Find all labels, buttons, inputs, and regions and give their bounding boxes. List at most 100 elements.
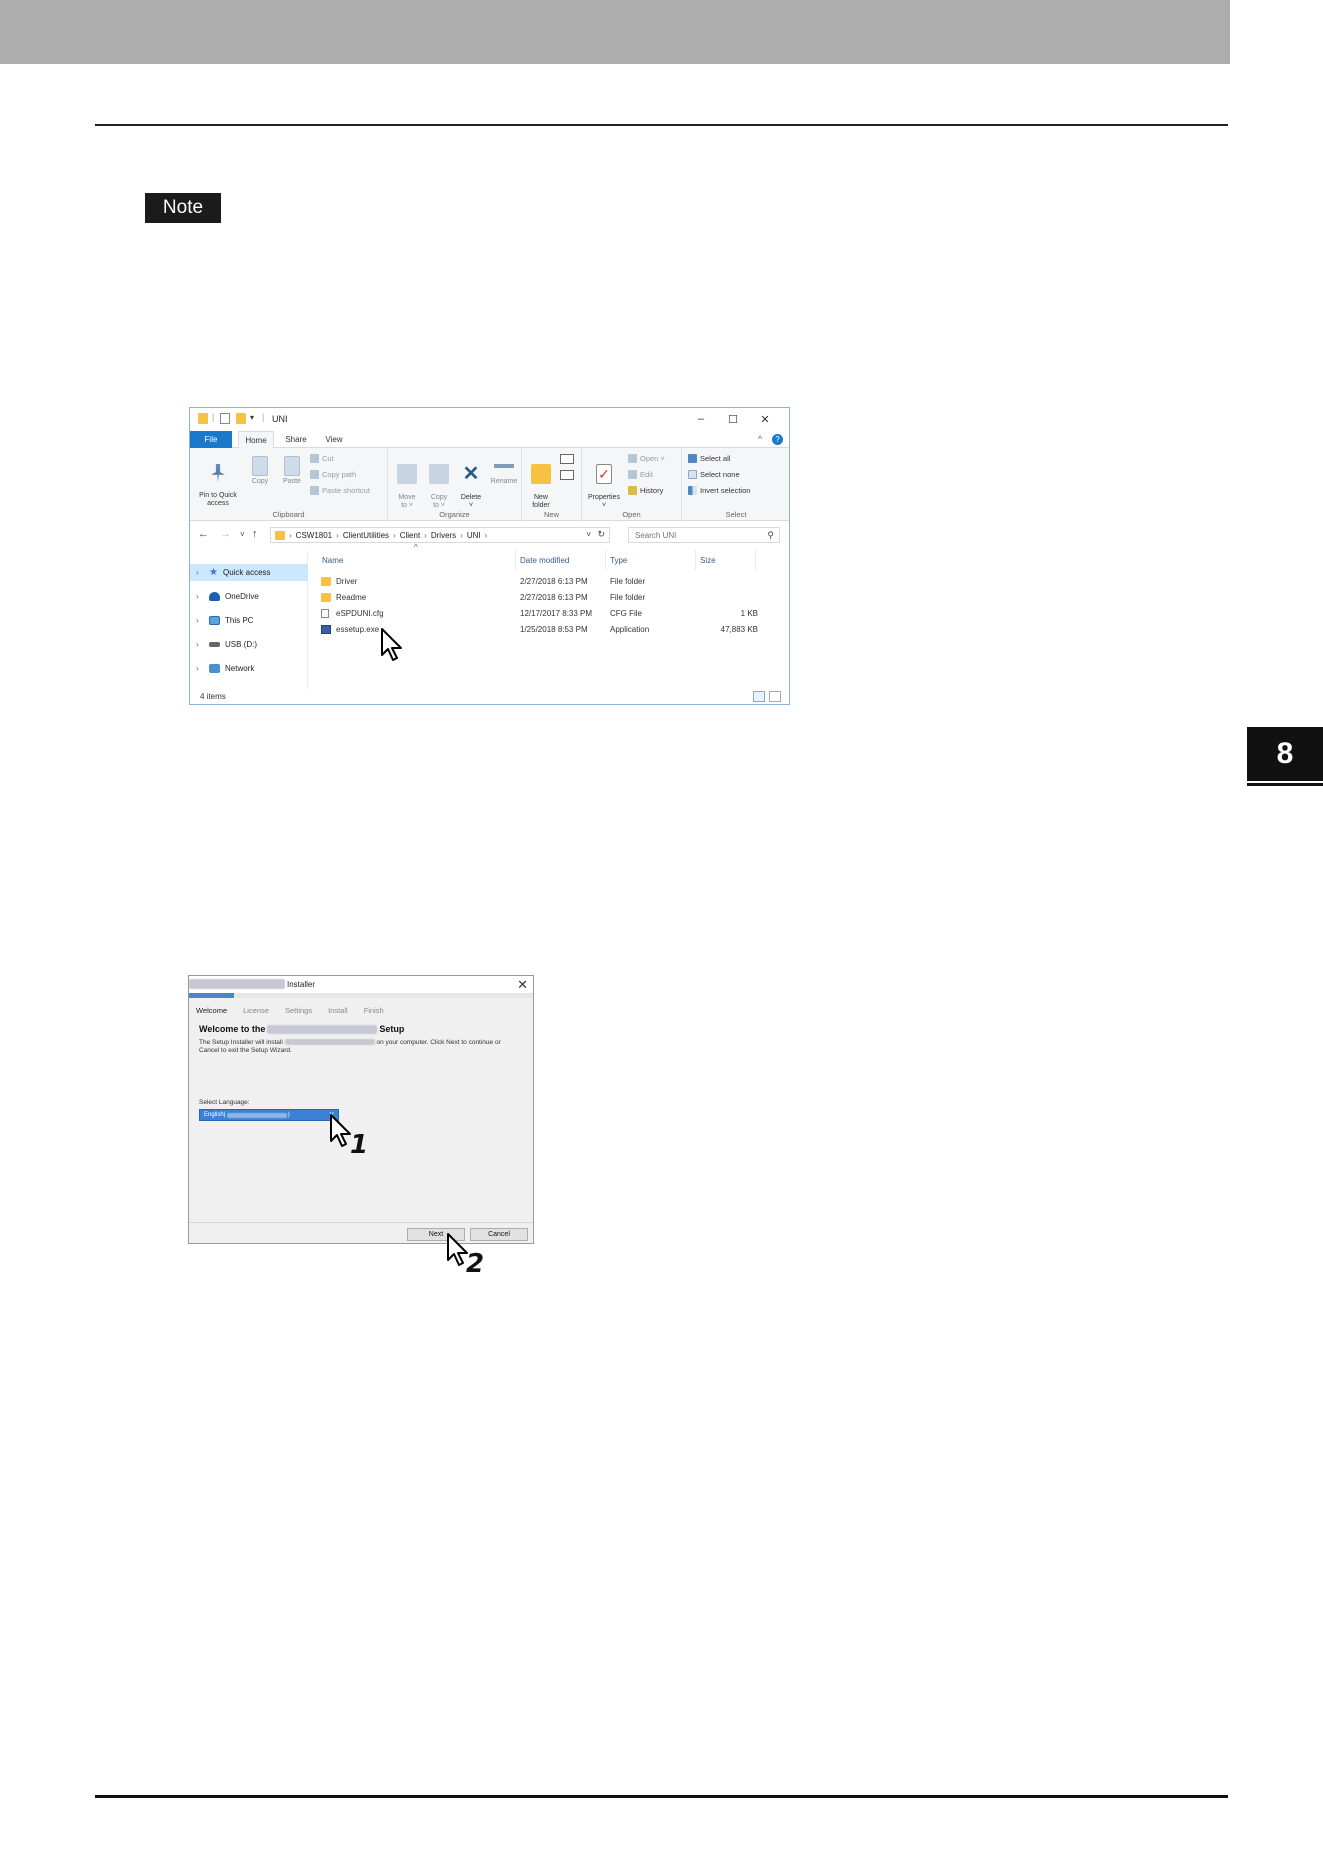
window-title: UNI (272, 414, 288, 424)
paste-button[interactable]: Paste (278, 456, 306, 486)
breadcrumb-item[interactable]: Client (400, 531, 420, 540)
easy-access-icon[interactable] (560, 470, 574, 480)
chapter-tab: 8 (1247, 727, 1323, 781)
tab-file[interactable]: File (190, 431, 232, 448)
details-view-icon[interactable] (753, 691, 765, 702)
folder-icon (321, 593, 331, 602)
cut-button[interactable]: Cut (310, 454, 334, 463)
close-icon[interactable]: ✕ (517, 977, 528, 993)
breadcrumb-item[interactable]: ClientUtilities (343, 531, 389, 540)
column-header-type[interactable]: Type (606, 550, 696, 570)
history-button[interactable]: History (628, 486, 663, 495)
nav-label: USB (D:) (225, 640, 257, 649)
file-row[interactable]: Driver 2/27/2018 6:13 PM File folder (318, 574, 758, 590)
back-arrow-icon[interactable]: ← (198, 528, 209, 540)
forward-arrow-icon[interactable]: → (220, 528, 231, 540)
search-input[interactable]: Search UNI ⚲ (628, 527, 780, 543)
file-row[interactable]: eSPDUNI.cfg 12/17/2017 8:33 PM CFG File … (318, 606, 758, 622)
language-select[interactable]: English( ) ˅ (199, 1109, 339, 1121)
tab-view[interactable]: View (318, 431, 350, 448)
desc-part-3: Cancel to exit the Setup Wizard. (199, 1047, 292, 1054)
file-size: 47,883 KB (720, 625, 758, 634)
up-arrow-icon[interactable]: ↑ (252, 528, 258, 540)
large-icons-view-icon[interactable] (769, 691, 781, 702)
ribbon: Pin to Quick access Copy Paste Cut Copy … (190, 448, 789, 521)
installer-title-bar: Installer ✕ (189, 976, 533, 993)
step-finish: Finish (363, 1006, 384, 1015)
quick-access-toolbar-dropdown-icon[interactable]: ▾ (250, 413, 254, 422)
breadcrumb-separator: › (484, 530, 488, 540)
desc-part-1: The Setup Installer will install (199, 1039, 283, 1046)
breadcrumb-item[interactable]: UNI (467, 531, 481, 540)
copy-button[interactable]: Copy (246, 456, 274, 486)
ribbon-tabs: File Home Share View ^ ? (190, 431, 789, 449)
installer-description: The Setup Installer will install on your… (199, 1039, 529, 1055)
item-count: 4 items (200, 692, 226, 701)
copy-path-label: Copy path (322, 470, 357, 479)
delete-button[interactable]: ✕ Delete ˅ (456, 456, 486, 510)
footer-rule (95, 1795, 1228, 1798)
minimize-ribbon-icon[interactable]: ^ (758, 434, 762, 444)
nav-item-usb[interactable]: › USB (D:) (190, 636, 308, 653)
open-button[interactable]: Open ˅ (628, 454, 665, 463)
tab-home[interactable]: Home (238, 431, 274, 449)
minimize-icon[interactable]: – (686, 410, 716, 428)
nav-item-quick-access[interactable]: › ★ Quick access (190, 564, 308, 581)
computer-icon (209, 616, 220, 625)
address-bar[interactable]: › CSW1801 › ClientUtilities › Client › D… (270, 527, 610, 543)
move-to-button[interactable]: Move to ˅ (392, 456, 422, 510)
properties-icon[interactable] (220, 413, 230, 424)
file-type: Application (610, 625, 650, 634)
breadcrumb-separator: › (289, 530, 292, 540)
help-icon[interactable]: ? (772, 434, 783, 445)
step-welcome: Welcome (196, 1006, 228, 1015)
expand-chevron-icon[interactable]: › (196, 664, 204, 673)
copy-to-button[interactable]: Copy to ˅ (424, 456, 454, 510)
copy-path-button[interactable]: Copy path (310, 470, 356, 479)
nav-item-onedrive[interactable]: › OneDrive (190, 588, 308, 605)
address-dropdown-icon[interactable]: ˅ (586, 530, 591, 539)
expand-chevron-icon[interactable]: › (196, 640, 204, 649)
file-date: 1/25/2018 8:53 PM (520, 625, 588, 634)
folder-icon (275, 530, 285, 540)
maximize-icon[interactable]: ☐ (718, 410, 748, 428)
file-row[interactable]: Readme 2/27/2018 6:13 PM File folder (318, 590, 758, 606)
chapter-tab-rule (1247, 783, 1323, 786)
column-header-name[interactable]: Name (318, 550, 516, 570)
pin-to-quick-access-button[interactable]: Pin to Quick access (194, 456, 242, 508)
new-folder-button[interactable]: New folder (526, 456, 556, 510)
breadcrumb-item[interactable]: Drivers (431, 531, 456, 540)
properties-button[interactable]: ✓ Properties ˅ (584, 456, 624, 510)
refresh-icon[interactable]: ↻ (597, 529, 605, 540)
tab-share[interactable]: Share (280, 431, 312, 448)
nav-label: Quick access (222, 568, 271, 577)
cancel-button[interactable]: Cancel (470, 1228, 528, 1241)
expand-chevron-icon[interactable]: › (196, 616, 204, 625)
edit-button[interactable]: Edit (628, 470, 653, 479)
select-none-button[interactable]: Select none (688, 470, 740, 479)
new-item-icon[interactable] (560, 454, 574, 464)
new-folder-icon[interactable] (236, 413, 246, 424)
expand-chevron-icon[interactable]: › (196, 568, 204, 577)
rename-label: Rename (490, 478, 518, 485)
file-date: 12/17/2017 8:33 PM (520, 609, 593, 618)
nav-item-this-pc[interactable]: › This PC (190, 612, 308, 629)
paste-shortcut-button[interactable]: Paste shortcut (310, 486, 370, 495)
pin-icon (211, 464, 225, 482)
column-header-date-modified[interactable]: Date modified (516, 550, 606, 570)
nav-item-network[interactable]: › Network (190, 660, 308, 677)
column-header-size[interactable]: Size (696, 550, 756, 570)
step-license: License (243, 1006, 269, 1015)
rename-button[interactable]: Rename (488, 456, 520, 486)
close-icon[interactable]: ✕ (750, 410, 780, 428)
folder-icon (531, 464, 551, 484)
expand-chevron-icon[interactable]: › (196, 592, 204, 601)
navigation-pane: › ★ Quick access › OneDrive › This PC › … (190, 550, 308, 690)
language-label: Select Language: (199, 1099, 250, 1106)
select-all-button[interactable]: Select all (688, 454, 730, 463)
organize-group-label: Organize (439, 510, 470, 519)
invert-selection-button[interactable]: Invert selection (688, 486, 750, 495)
heading-suffix: Setup (379, 1024, 405, 1034)
recent-locations-chevron-icon[interactable]: ˅ (240, 530, 245, 539)
breadcrumb-item[interactable]: CSW1801 (296, 531, 332, 540)
